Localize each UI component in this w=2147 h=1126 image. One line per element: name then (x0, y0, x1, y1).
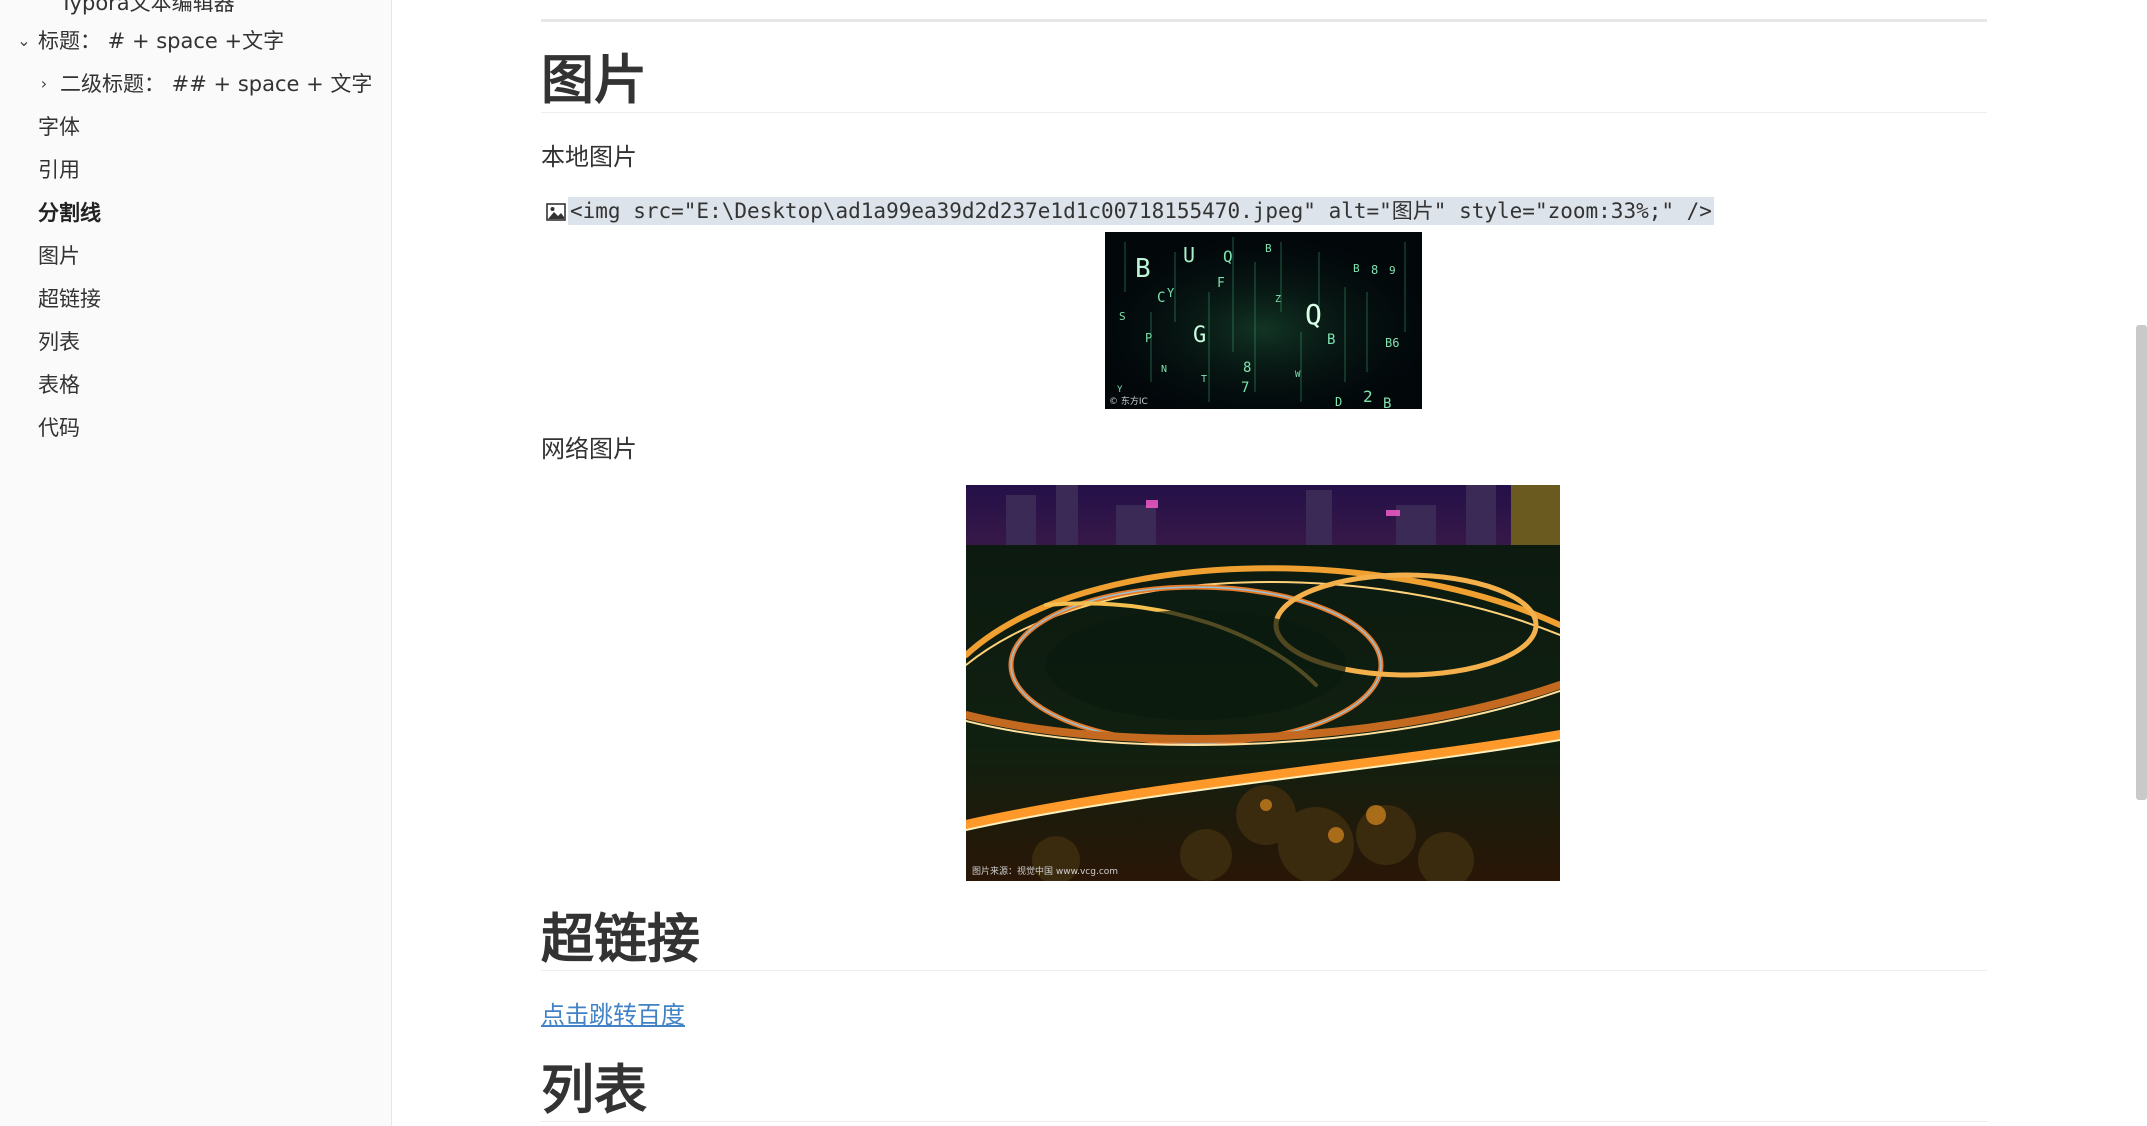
image-icon (546, 203, 566, 221)
svg-text:B: B (1135, 254, 1151, 284)
svg-text:B: B (1265, 242, 1272, 255)
heading-lists[interactable]: 列表 (541, 1056, 647, 1126)
outline-item-label: 字体 (38, 115, 80, 139)
outline-item-label: 二级标题： ## + space + 文字 (60, 72, 373, 96)
svg-text:G: G (1193, 323, 1206, 348)
outline-item-images[interactable]: 图片 (38, 239, 80, 273)
heading-underline (541, 970, 1987, 971)
image-source-text[interactable]: <img src="E:\Desktop\ad1a99ea39d2d237e1d… (568, 197, 1714, 225)
svg-text:F: F (1217, 276, 1225, 291)
svg-text:8: 8 (1243, 360, 1251, 376)
heading-links[interactable]: 超链接 (541, 905, 700, 975)
outline-item-label: 超链接 (38, 287, 101, 311)
horizontal-rule (541, 19, 1987, 22)
svg-text:2: 2 (1363, 387, 1373, 406)
night-interchange-image (966, 485, 1560, 881)
outline-item-font[interactable]: 字体 (38, 110, 80, 144)
image-source-code[interactable]: <img src="E:\Desktop\ad1a99ea39d2d237e1d… (546, 191, 1714, 231)
svg-text:Y: Y (1167, 286, 1175, 300)
outline-item-label: 引用 (38, 158, 80, 182)
svg-text:C: C (1157, 290, 1165, 306)
chevron-right-icon[interactable]: › (34, 67, 54, 101)
web-image-watermark: 图片来源：视觉中国 www.vcg.com (972, 867, 1119, 877)
outline-item-label: 代码 (38, 416, 80, 440)
svg-text:W: W (1295, 370, 1301, 380)
svg-text:T: T (1201, 374, 1207, 385)
outline-item-links[interactable]: 超链接 (38, 282, 101, 316)
svg-text:B: B (1327, 332, 1335, 348)
svg-text:B: B (1353, 262, 1360, 275)
matrix-letters-image: B C U Q F G Y P S Q B B 8 9 B6 B Z 8 7 2 (1105, 232, 1422, 409)
outline-item-divider[interactable]: 分割线 (38, 196, 101, 230)
svg-text:S: S (1119, 310, 1126, 323)
outline-item-label: Typora文本编辑器 (60, 0, 235, 15)
document-editor[interactable]: 图片 本地图片 <img src="E:\Desktop\ad1a99ea39d… (392, 0, 2134, 1126)
outline-item-label: 列表 (38, 330, 80, 354)
web-image[interactable]: 图片来源：视觉中国 www.vcg.com (966, 485, 1560, 881)
svg-text:Z: Z (1275, 294, 1281, 305)
local-image[interactable]: B C U Q F G Y P S Q B B 8 9 B6 B Z 8 7 2 (1105, 232, 1422, 409)
svg-text:U: U (1183, 243, 1195, 267)
outline-item-label: 表格 (38, 373, 80, 397)
outline-item-quote[interactable]: 引用 (38, 153, 80, 187)
baidu-link[interactable]: 点击跳转百度 (541, 998, 685, 1032)
outline-item-code[interactable]: 代码 (38, 411, 80, 445)
outline-item-h2[interactable]: 二级标题： ## + space + 文字 (60, 67, 372, 101)
svg-text:B6: B6 (1385, 336, 1399, 350)
outline-item-lists[interactable]: 列表 (38, 325, 80, 359)
svg-text:N: N (1161, 364, 1167, 375)
heading-underline (541, 112, 1987, 113)
svg-text:D: D (1335, 395, 1342, 409)
local-image-label[interactable]: 本地图片 (541, 140, 637, 174)
svg-text:Q: Q (1223, 247, 1233, 266)
outline-item-label: 标题： # + space +文字 (38, 29, 285, 53)
svg-text:7: 7 (1241, 380, 1249, 396)
outline-item-label: 图片 (38, 244, 80, 268)
chevron-down-icon[interactable]: ⌄ (14, 24, 34, 58)
outline-item-label: 分割线 (38, 201, 101, 225)
heading-images[interactable]: 图片 (541, 46, 647, 116)
svg-text:B: B (1383, 396, 1391, 409)
outline-item-headings[interactable]: 标题： # + space +文字 (38, 24, 284, 58)
svg-text:8: 8 (1371, 263, 1378, 277)
heading-underline (541, 1121, 1987, 1122)
local-image-watermark: © 东方IC (1109, 397, 1148, 407)
outline-item-tables[interactable]: 表格 (38, 368, 80, 402)
outline-item-typora[interactable]: Typora文本编辑器 (60, 0, 235, 20)
outline-sidebar: Typora文本编辑器 ⌄ 标题： # + space +文字 › 二级标题： … (0, 0, 392, 1126)
web-image-label[interactable]: 网络图片 (541, 432, 637, 466)
scrollbar-thumb[interactable] (2136, 325, 2147, 800)
svg-text:9: 9 (1389, 264, 1396, 277)
